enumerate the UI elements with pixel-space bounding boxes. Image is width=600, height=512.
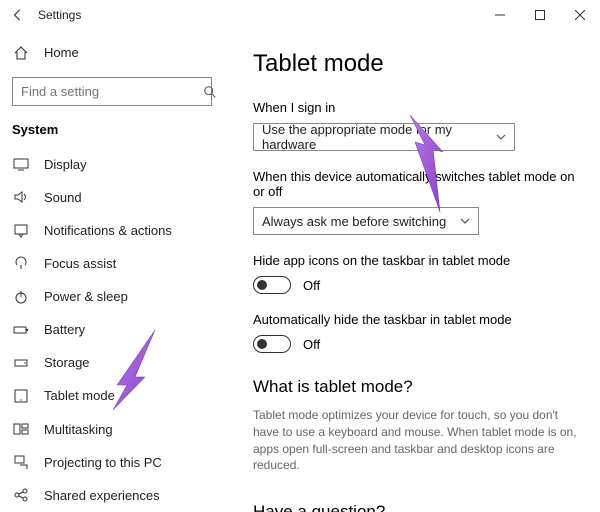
- what-heading: What is tablet mode?: [253, 377, 580, 397]
- nav-label: Power & sleep: [44, 289, 128, 304]
- sidebar-item-display[interactable]: Display: [0, 147, 224, 180]
- close-button[interactable]: [560, 0, 600, 30]
- display-icon: [12, 155, 30, 173]
- nav-label: Notifications & actions: [44, 223, 172, 238]
- toggle-state: Off: [303, 278, 320, 293]
- nav-label: Storage: [44, 355, 90, 370]
- nav-label: Sound: [44, 190, 82, 205]
- notifications-icon: [12, 221, 30, 239]
- hide-icons-toggle[interactable]: [253, 276, 291, 294]
- dropdown-value: Use the appropriate mode for my hardware: [262, 122, 496, 152]
- switch-dropdown[interactable]: Always ask me before switching: [253, 207, 479, 235]
- nav-label: Focus assist: [44, 256, 116, 271]
- maximize-button[interactable]: [520, 0, 560, 30]
- search-input[interactable]: [12, 77, 212, 106]
- window-title: Settings: [38, 8, 81, 22]
- back-button[interactable]: [4, 1, 32, 29]
- sidebar-item-tablet-mode[interactable]: Tablet mode: [0, 379, 224, 412]
- chevron-down-icon: [496, 133, 506, 141]
- nav-label: Tablet mode: [44, 388, 115, 403]
- sound-icon: [12, 188, 30, 206]
- tablet-icon: [12, 387, 30, 405]
- main-content: Tablet mode When I sign in Use the appro…: [225, 30, 600, 512]
- signin-dropdown[interactable]: Use the appropriate mode for my hardware: [253, 123, 515, 151]
- page-title: Tablet mode: [253, 50, 580, 78]
- nav-label: Battery: [44, 322, 85, 337]
- sidebar-item-multitasking[interactable]: Multitasking: [0, 413, 224, 446]
- section-title: System: [0, 116, 224, 147]
- autohide-label: Automatically hide the taskbar in tablet…: [253, 312, 580, 327]
- autohide-toggle[interactable]: [253, 335, 291, 353]
- home-icon: [12, 44, 30, 62]
- sidebar-item-sound[interactable]: Sound: [0, 181, 224, 214]
- battery-icon: [12, 321, 30, 339]
- focus-assist-icon: [12, 254, 30, 272]
- chevron-down-icon: [460, 217, 470, 225]
- nav-label: Projecting to this PC: [44, 455, 162, 470]
- sidebar-item-battery[interactable]: Battery: [0, 313, 224, 346]
- search-icon: [203, 85, 217, 99]
- sidebar-item-focus-assist[interactable]: Focus assist: [0, 247, 224, 280]
- sidebar-item-projecting[interactable]: Projecting to this PC: [0, 446, 224, 479]
- nav-label: Shared experiences: [44, 488, 160, 503]
- shared-icon: [12, 486, 30, 504]
- search-field[interactable]: [21, 84, 197, 99]
- multitasking-icon: [12, 420, 30, 438]
- dropdown-value: Always ask me before switching: [262, 214, 446, 229]
- switch-label: When this device automatically switches …: [253, 169, 580, 199]
- question-heading: Have a question?: [253, 502, 580, 512]
- power-icon: [12, 288, 30, 306]
- sidebar-item-home[interactable]: Home: [0, 36, 224, 69]
- projecting-icon: [12, 453, 30, 471]
- minimize-button[interactable]: [480, 0, 520, 30]
- signin-label: When I sign in: [253, 100, 580, 115]
- toggle-state: Off: [303, 337, 320, 352]
- nav-label: Home: [44, 45, 79, 60]
- sidebar: Home System Display Sound Notificati: [0, 30, 225, 512]
- sidebar-item-power-sleep[interactable]: Power & sleep: [0, 280, 224, 313]
- what-description: Tablet mode optimizes your device for to…: [253, 407, 580, 474]
- sidebar-item-shared-experiences[interactable]: Shared experiences: [0, 479, 224, 512]
- sidebar-item-storage[interactable]: Storage: [0, 346, 224, 379]
- storage-icon: [12, 354, 30, 372]
- nav-label: Display: [44, 157, 87, 172]
- sidebar-item-notifications[interactable]: Notifications & actions: [0, 214, 224, 247]
- hide-icons-label: Hide app icons on the taskbar in tablet …: [253, 253, 580, 268]
- nav-label: Multitasking: [44, 422, 113, 437]
